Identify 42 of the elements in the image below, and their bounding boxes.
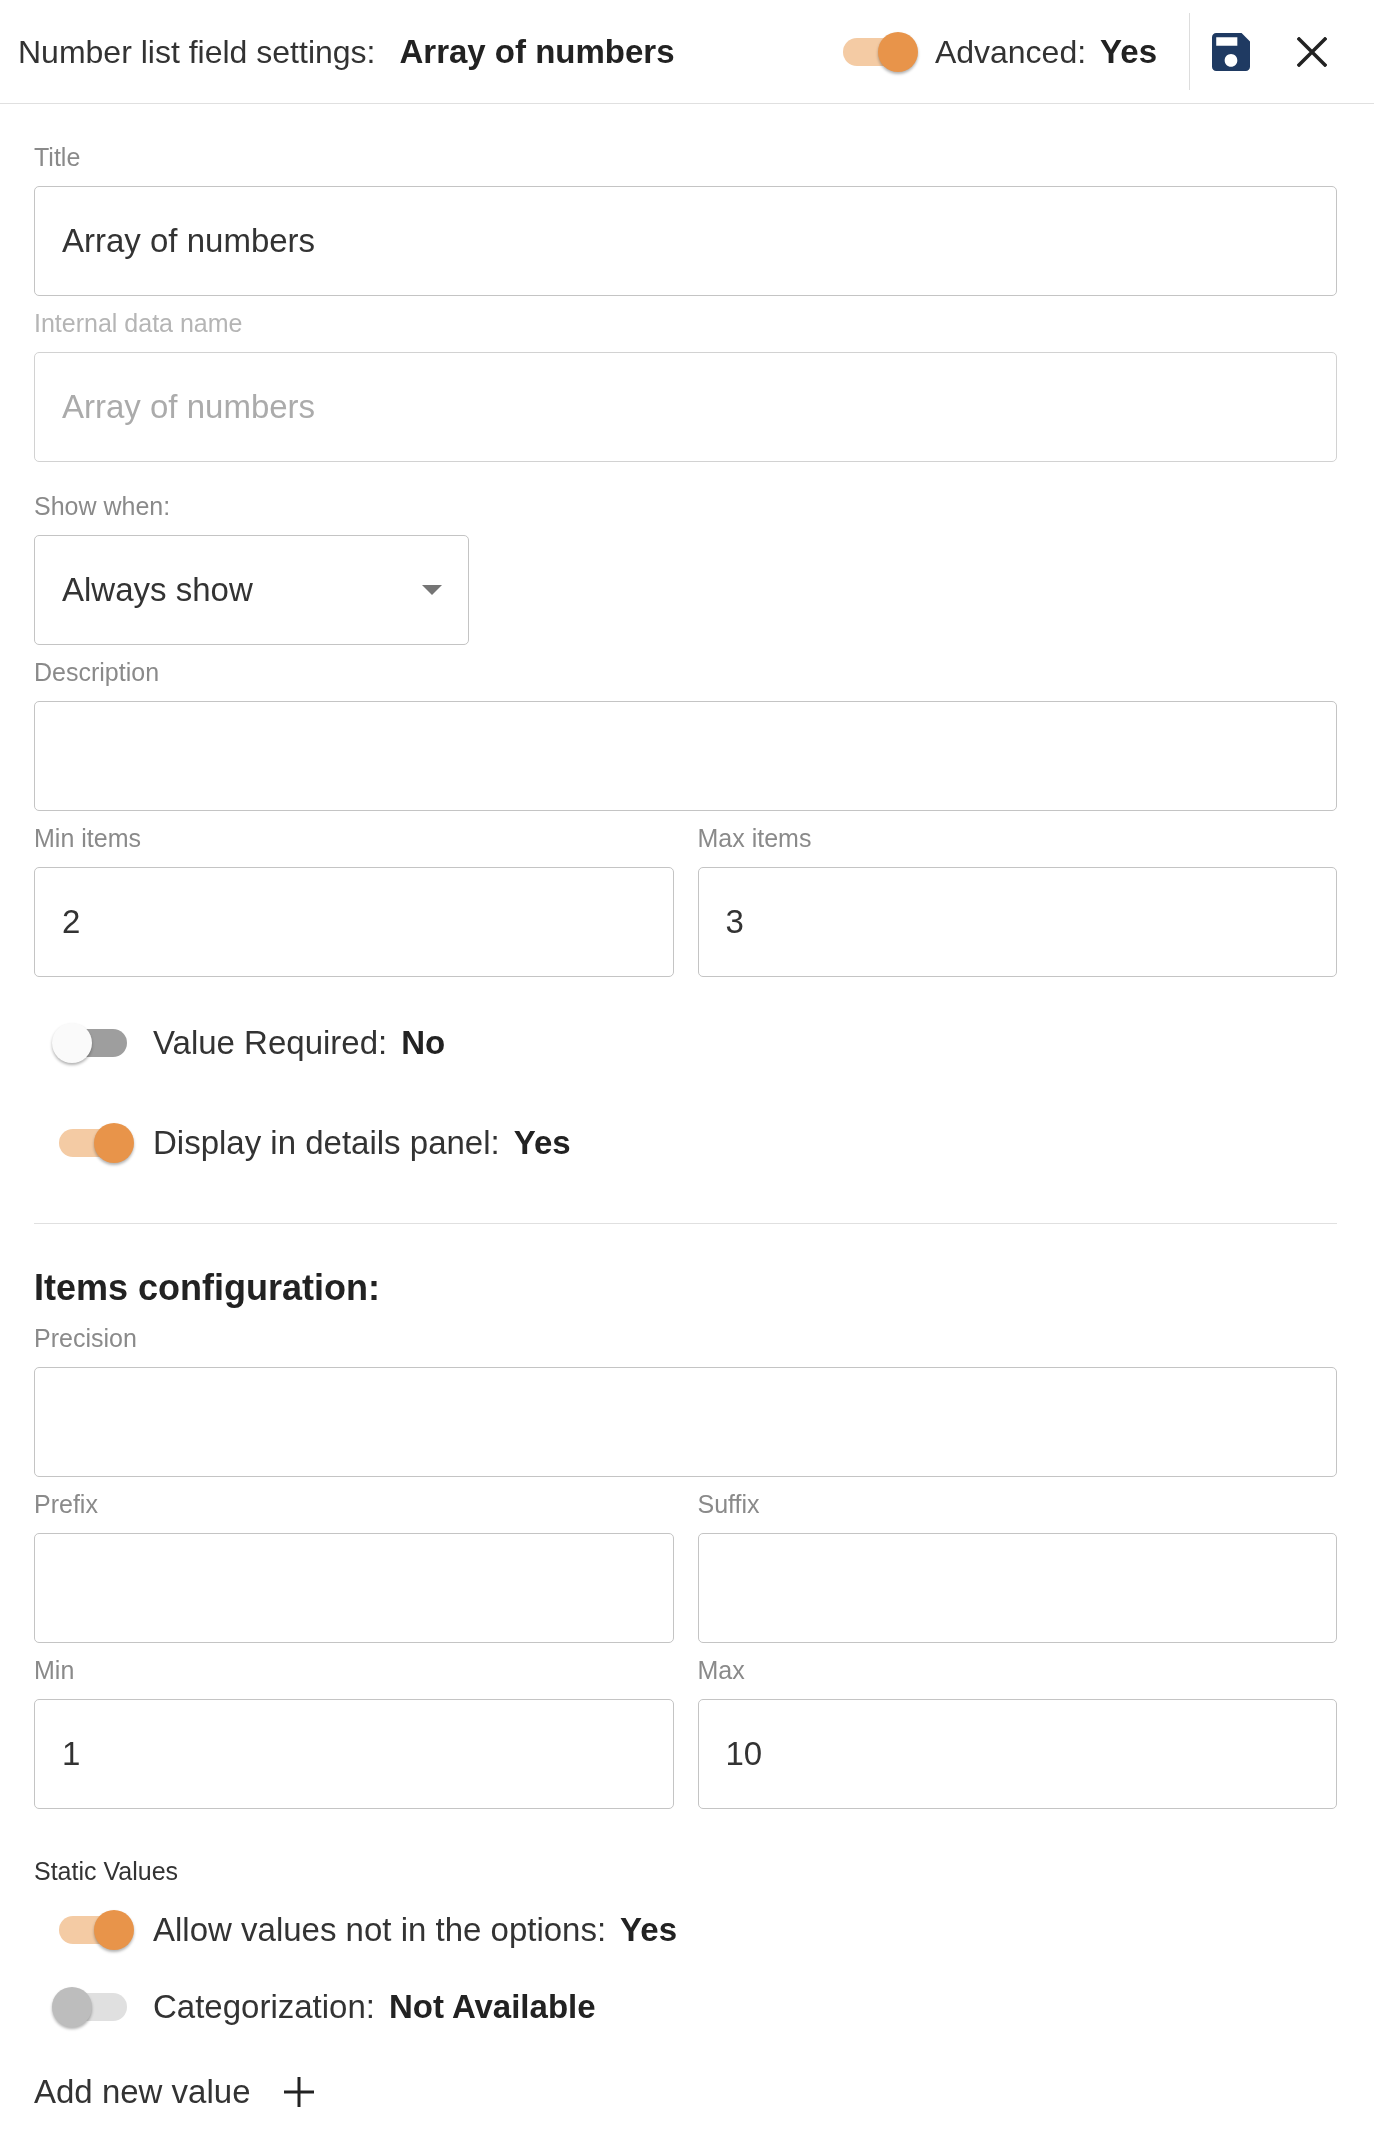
save-icon <box>1212 32 1250 71</box>
text-field[interactable]: 1 <box>34 1699 674 1809</box>
toggle-value: Yes <box>620 1910 677 1951</box>
section-heading: Items configuration: <box>34 1268 380 1308</box>
text-field[interactable] <box>34 1367 1337 1477</box>
field-label: Max <box>697 1656 745 1684</box>
plus-icon <box>284 2077 315 2107</box>
toggle-value: No <box>401 1023 446 1064</box>
field-label: Min <box>34 1656 75 1684</box>
field-label: Title <box>34 143 81 171</box>
static-values-heading: Static Values <box>34 1857 179 1885</box>
close-icon <box>1297 36 1327 67</box>
header-title: Number list field settings: <box>18 32 376 72</box>
text-field[interactable]: 2 <box>34 867 674 977</box>
caret-down-icon <box>422 585 442 595</box>
dropdown[interactable]: Always show <box>34 535 469 645</box>
text-field[interactable] <box>34 1533 674 1643</box>
field-label: Max items <box>697 824 812 852</box>
advanced-value: Yes <box>1100 31 1157 72</box>
toggle-label: Display in details panel: <box>153 1123 500 1164</box>
field-label: Precision <box>34 1324 137 1352</box>
toggle-label: Categorization: <box>153 1987 375 2028</box>
field-label: Min items <box>34 824 141 852</box>
add-value-button[interactable]: Add new value <box>34 2072 315 2112</box>
toggle-value: Not Available <box>388 1987 596 2028</box>
field-name: Array of numbers <box>399 31 675 72</box>
field-label: Show when: <box>34 492 171 520</box>
field-label: Description <box>34 658 160 686</box>
toggle-value: Yes <box>513 1123 571 1164</box>
text-field[interactable]: 3 <box>697 867 1337 977</box>
toggle-label: Allow values not in the options: <box>153 1910 607 1951</box>
text-field[interactable] <box>34 701 1337 811</box>
advanced-label: Advanced: <box>934 32 1087 72</box>
save-button[interactable] <box>1211 31 1251 72</box>
text-field[interactable]: 10 <box>697 1699 1337 1809</box>
text-field[interactable] <box>697 1533 1337 1643</box>
field-label: Prefix <box>34 1490 98 1518</box>
field-label: Internal data name <box>34 309 243 337</box>
toggle-label: Value Required: <box>153 1023 388 1064</box>
text-field[interactable]: Array of numbers <box>34 186 1337 296</box>
field-label: Suffix <box>697 1490 760 1518</box>
close-button[interactable] <box>1295 34 1329 69</box>
